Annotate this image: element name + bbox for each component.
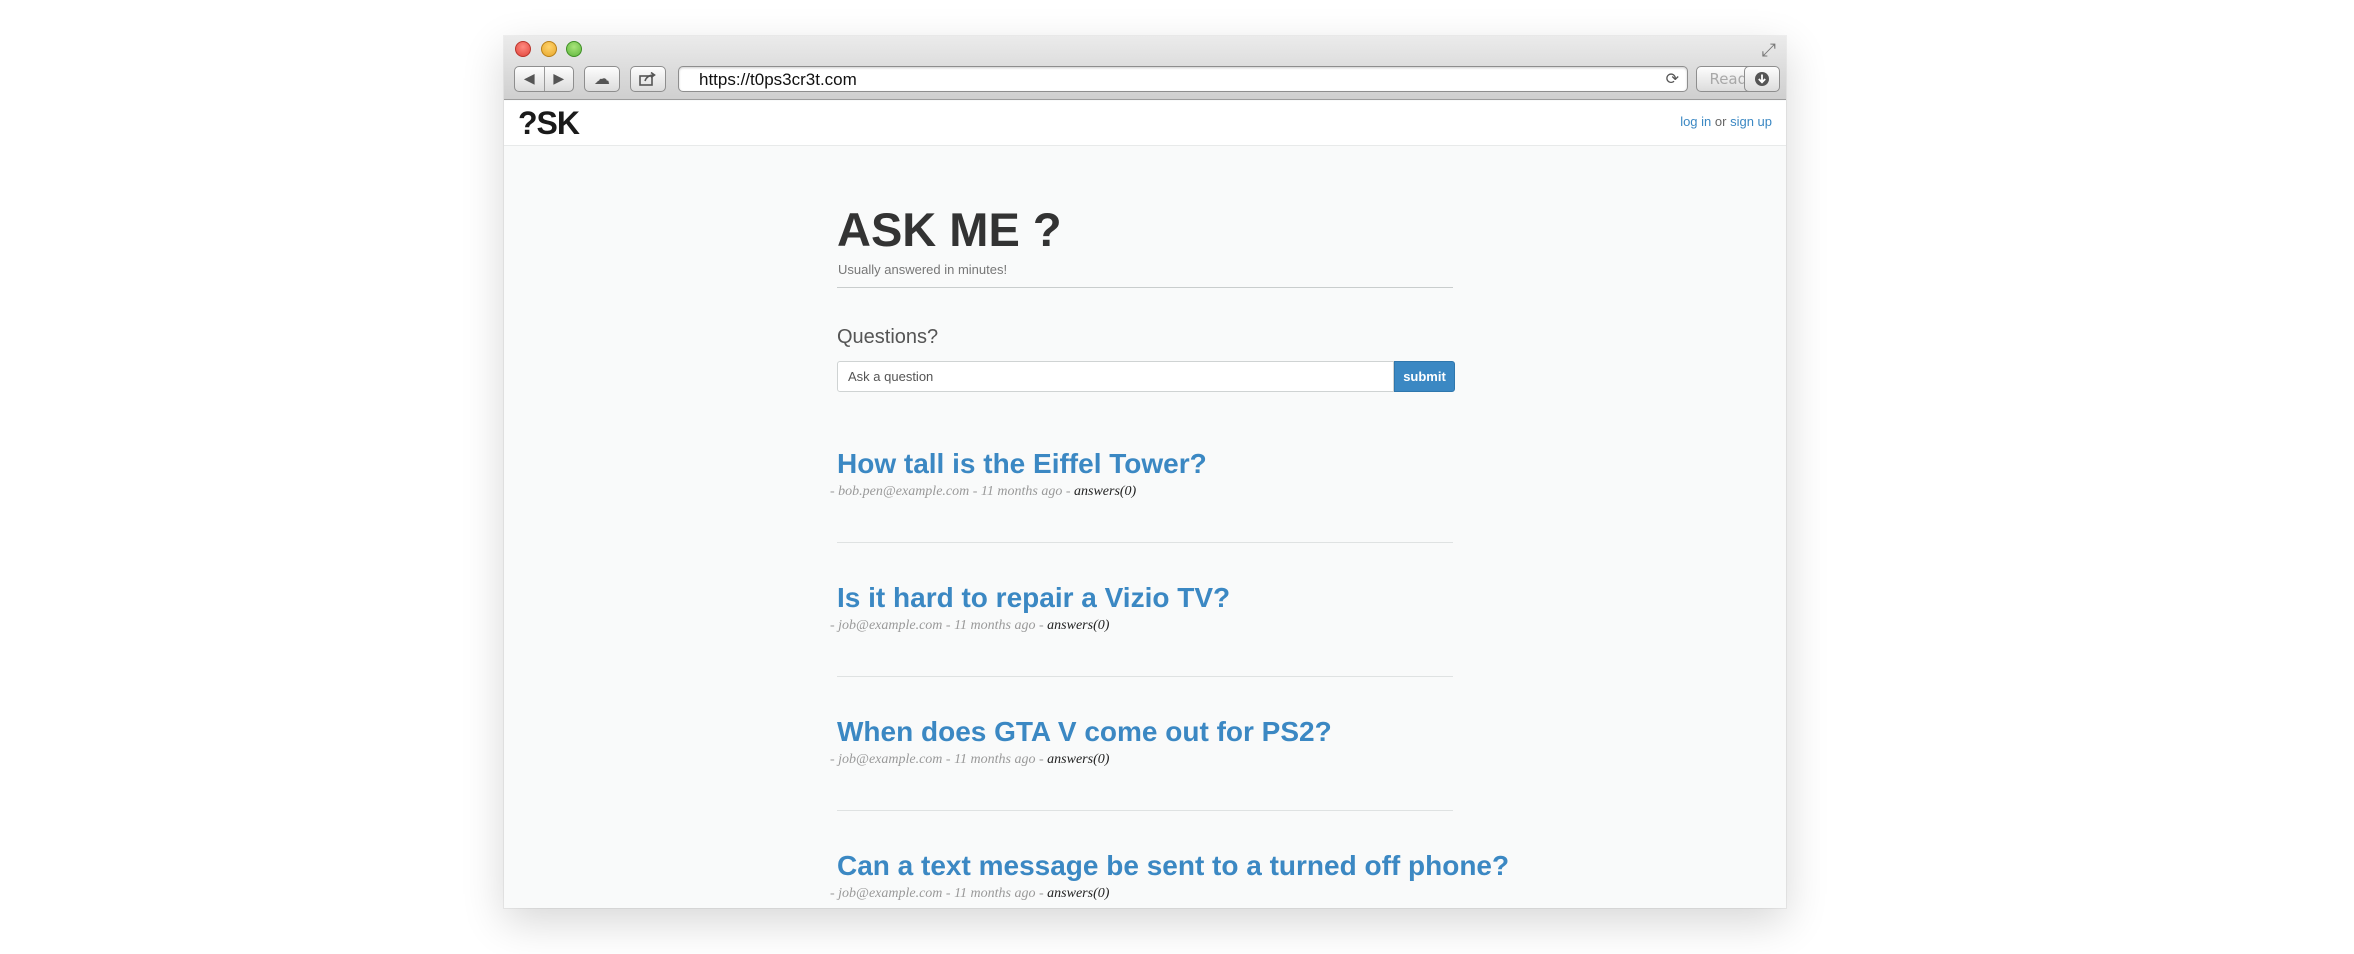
auth-or-text: or <box>1714 114 1727 129</box>
question-input[interactable] <box>837 361 1394 392</box>
question-item: Can a text message be sent to a turned o… <box>830 850 1509 902</box>
title-divider <box>837 287 1453 288</box>
question-age: 11 months ago <box>954 618 1036 633</box>
answers-link[interactable]: answers(0) <box>1047 752 1109 767</box>
question-item: When does GTA V come out for PS2? - job@… <box>830 716 1455 768</box>
question-title-link[interactable]: How tall is the Eiffel Tower? <box>837 448 1455 480</box>
reload-icon[interactable]: ⟳ <box>1666 69 1679 88</box>
page-subtitle: Usually answered in minutes! <box>838 262 1008 277</box>
answers-link[interactable]: answers(0) <box>1047 618 1109 633</box>
questions-heading: Questions? <box>837 326 939 348</box>
question-age: 11 months ago <box>954 886 1036 901</box>
forward-arrow-icon[interactable]: ▶ <box>545 67 574 91</box>
question-author: bob.pen@example.com <box>838 484 970 499</box>
page-title: ASK ME ? <box>837 203 1062 256</box>
submit-button[interactable]: submit <box>1394 361 1455 392</box>
url-text: https://t0ps3cr3t.com <box>699 70 857 89</box>
signup-link[interactable]: sign up <box>1730 114 1772 129</box>
site-header: ?SK log in or sign up <box>504 101 1786 146</box>
answers-link[interactable]: answers(0) <box>1074 484 1136 499</box>
site-logo[interactable]: ?SK <box>518 105 580 142</box>
back-forward-group: ◀ ▶ <box>514 66 574 92</box>
browser-toolbar: ⤢ ◀ ▶ ☁ https://t0ps3cr3t.com ⟳ Reader <box>504 36 1786 100</box>
question-meta: - job@example.com - 11 months ago - answ… <box>830 618 1110 633</box>
question-item: Is it hard to repair a Vizio TV? - job@e… <box>830 582 1455 634</box>
question-divider <box>837 542 1453 543</box>
question-title-link[interactable]: When does GTA V come out for PS2? <box>837 716 1455 748</box>
cloud-icon[interactable]: ☁ <box>584 66 620 92</box>
back-arrow-icon[interactable]: ◀ <box>515 67 544 91</box>
zoom-window-button[interactable] <box>566 41 582 57</box>
question-item: How tall is the Eiffel Tower? - bob.pen@… <box>830 448 1455 500</box>
question-title-link[interactable]: Can a text message be sent to a turned o… <box>837 850 1509 882</box>
address-bar[interactable]: https://t0ps3cr3t.com ⟳ <box>678 66 1688 92</box>
question-age: 11 months ago <box>954 752 1036 767</box>
question-meta: - job@example.com - 11 months ago - answ… <box>830 752 1110 767</box>
close-window-button[interactable] <box>515 41 531 57</box>
question-divider <box>837 810 1453 811</box>
share-icon[interactable] <box>630 66 666 92</box>
question-title-link[interactable]: Is it hard to repair a Vizio TV? <box>837 582 1455 614</box>
question-divider <box>837 676 1453 677</box>
auth-links: log in or sign up <box>1680 114 1772 129</box>
question-age: 11 months ago <box>980 484 1063 499</box>
question-meta: - bob.pen@example.com - 11 months ago - … <box>830 484 1137 499</box>
question-author: job@example.com <box>838 618 943 633</box>
question-author: job@example.com <box>838 886 943 901</box>
question-meta: - job@example.com - 11 months ago - answ… <box>830 886 1110 901</box>
minimize-window-button[interactable] <box>541 41 557 57</box>
download-icon[interactable] <box>1744 66 1780 92</box>
browser-window: ⤢ ◀ ▶ ☁ https://t0ps3cr3t.com ⟳ Reader ?… <box>504 36 1786 908</box>
login-link[interactable]: log in <box>1680 114 1711 129</box>
question-author: job@example.com <box>838 752 943 767</box>
answers-link[interactable]: answers(0) <box>1047 886 1109 901</box>
fullscreen-icon[interactable]: ⤢ <box>1762 40 1776 61</box>
